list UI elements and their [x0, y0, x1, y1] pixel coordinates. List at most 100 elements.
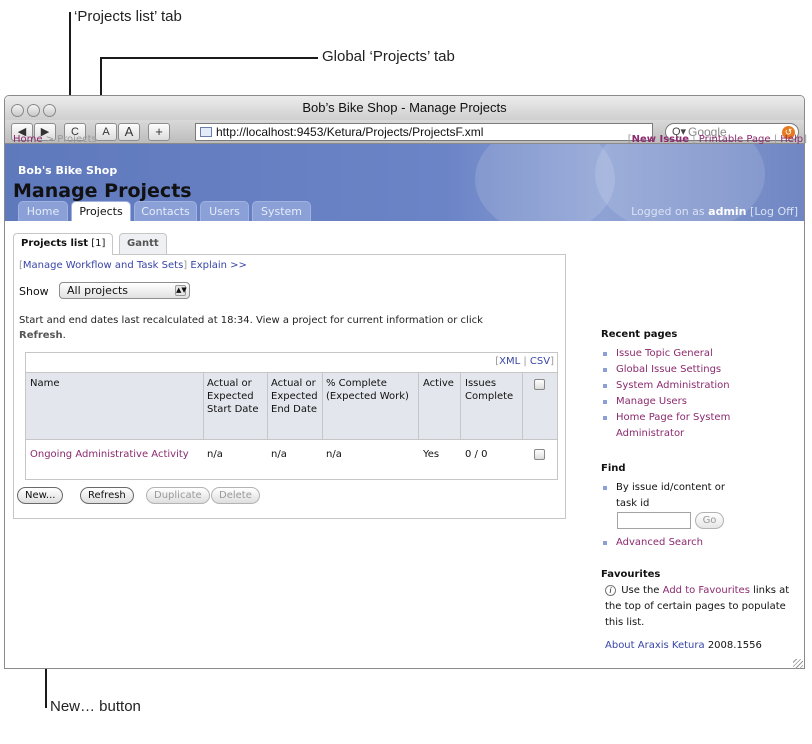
gantt-label: Gantt [127, 238, 159, 249]
tab-contacts[interactable]: Contacts [134, 201, 197, 221]
explain-link[interactable]: Explain >> [190, 260, 247, 271]
favourites-title: Favourites [601, 569, 661, 580]
tab-users[interactable]: Users [200, 201, 249, 221]
info-icon: i [605, 585, 616, 596]
url-text: http://localhost:9453/Ketura/Projects/Pr… [216, 125, 484, 139]
export-links: [XML | CSV] [495, 356, 554, 367]
col-header-start[interactable]: Actual or Expected Start Date [207, 377, 265, 416]
callout-global-projects-tab: Global ‘Projects’ tab [322, 48, 455, 65]
col-header-complete[interactable]: % Complete (Expected Work) [326, 377, 414, 403]
site-name: Bob's Bike Shop [18, 164, 118, 177]
find-section: Find By issue id/content or task id [601, 463, 791, 512]
callout-hline-global-projects [100, 57, 318, 59]
column-divider [322, 372, 323, 440]
new-issue-link[interactable]: New Issue [632, 134, 689, 145]
xml-link[interactable]: XML [499, 356, 520, 367]
minimize-icon[interactable] [27, 104, 40, 117]
callout-new-button: New… button [50, 698, 141, 715]
url-field[interactable]: http://localhost:9453/Ketura/Projects/Pr… [195, 123, 653, 141]
recent-item[interactable]: Manage Users [601, 394, 791, 410]
resize-grip-icon[interactable] [793, 659, 803, 669]
advanced-search-link[interactable]: Advanced Search [601, 535, 703, 551]
column-divider [418, 372, 419, 440]
window-title: Bob’s Bike Shop - Manage Projects [302, 100, 507, 115]
project-name-link[interactable]: Ongoing Administrative Activity [30, 448, 198, 461]
project-complete: n/a [326, 449, 342, 460]
refresh-button[interactable]: Refresh [80, 487, 134, 504]
bullet-icon [603, 352, 607, 356]
projects-list-label: Projects list [21, 238, 89, 249]
recent-item[interactable]: Global Issue Settings [601, 362, 791, 378]
col-header-end[interactable]: Actual or Expected End Date [271, 377, 321, 416]
about-link[interactable]: About Araxis Ketura [605, 640, 705, 651]
version-text: 2008.1556 [707, 640, 762, 651]
logged-on-label: Logged on as [631, 205, 705, 218]
find-input[interactable] [617, 512, 691, 529]
delete-button[interactable]: Delete [211, 487, 260, 504]
panel-links: [Manage Workflow and Task Sets] Explain … [19, 260, 247, 271]
bullet-icon [603, 400, 607, 404]
breadcrumb: Home > Projects [13, 134, 97, 145]
row-checkbox[interactable] [534, 449, 545, 460]
find-text: By issue id/content or task id [616, 482, 726, 509]
zoom-icon[interactable] [43, 104, 56, 117]
column-divider [203, 372, 204, 440]
tab-projects[interactable]: Projects [71, 201, 131, 221]
projects-panel: [Manage Workflow and Task Sets] Explain … [13, 254, 566, 519]
recent-item-label: Home Page for System Administrator [616, 412, 731, 439]
log-off-link[interactable]: [Log Off] [750, 205, 798, 218]
csv-link[interactable]: CSV [530, 356, 550, 367]
add-to-favourites-link[interactable]: Add to Favourites [663, 585, 750, 596]
logged-on-user: admin [708, 205, 747, 218]
help-link[interactable]: Help [780, 134, 803, 145]
go-button[interactable]: Go [695, 512, 724, 529]
find-description: By issue id/content or task id [601, 480, 741, 512]
page-title: Manage Projects [13, 180, 192, 202]
recent-item[interactable]: Home Page for System Administrator [601, 410, 766, 442]
text-bigger-button[interactable]: A [118, 123, 140, 141]
favourites-pre: Use the [621, 585, 660, 596]
bullet-icon [603, 416, 607, 420]
col-header-issues[interactable]: Issues Complete [465, 377, 520, 403]
select-all-checkbox[interactable] [534, 379, 545, 390]
select-arrows-icon: ▲▼ [175, 285, 187, 296]
col-header-active[interactable]: Active [423, 377, 459, 390]
add-bookmark-button[interactable]: + [148, 123, 170, 141]
tab-projects-list[interactable]: Projects list [1] [13, 233, 114, 255]
show-select[interactable]: All projects ▲▼ [59, 282, 190, 299]
breadcrumb-home[interactable]: Home [13, 134, 43, 145]
top-links: [New Issue | Printable Page | Help] [627, 134, 807, 145]
callout-projects-list-tab: ‘Projects list’ tab [74, 8, 182, 25]
recent-item-label: Manage Users [616, 396, 687, 407]
manage-workflow-link[interactable]: Manage Workflow and Task Sets [23, 260, 183, 271]
duplicate-button[interactable]: Duplicate [146, 487, 210, 504]
bullet-icon [603, 368, 607, 372]
advanced-search-label: Advanced Search [616, 537, 703, 548]
recent-pages: Recent pages Issue Topic General Global … [601, 329, 791, 442]
bullet-icon [603, 486, 607, 490]
close-icon[interactable] [11, 104, 24, 117]
column-divider [522, 372, 523, 440]
recalc-note: Start and end dates last recalculated at… [19, 315, 483, 341]
projects-list-count: [1] [91, 238, 106, 249]
title-bar: Bob’s Bike Shop - Manage Projects [5, 96, 804, 120]
new-button[interactable]: New... [17, 487, 64, 504]
recent-item[interactable]: System Administration [601, 378, 791, 394]
recalc-note-refresh[interactable]: Refresh [19, 330, 63, 341]
recent-item-label: System Administration [616, 380, 730, 391]
project-issues: 0 / 0 [465, 449, 488, 460]
recent-item[interactable]: Issue Topic General [601, 346, 791, 362]
tab-system[interactable]: System [252, 201, 311, 221]
bullet-icon [603, 384, 607, 388]
logged-on-status: Logged on as admin [Log Off] [631, 205, 798, 218]
tab-home[interactable]: Home [18, 201, 68, 221]
favourites-help: i Use the Add to Favourites links at the… [605, 583, 795, 631]
printable-page-link[interactable]: Printable Page [699, 134, 771, 145]
projects-table: [XML | CSV] Name Actual or Expected Star… [25, 352, 558, 480]
recent-item-label: Issue Topic General [616, 348, 713, 359]
tab-gantt[interactable]: Gantt [119, 233, 167, 254]
text-smaller-button[interactable]: A [95, 123, 117, 141]
col-header-name[interactable]: Name [30, 377, 190, 390]
project-start: n/a [207, 449, 223, 460]
find-title: Find [601, 463, 626, 474]
